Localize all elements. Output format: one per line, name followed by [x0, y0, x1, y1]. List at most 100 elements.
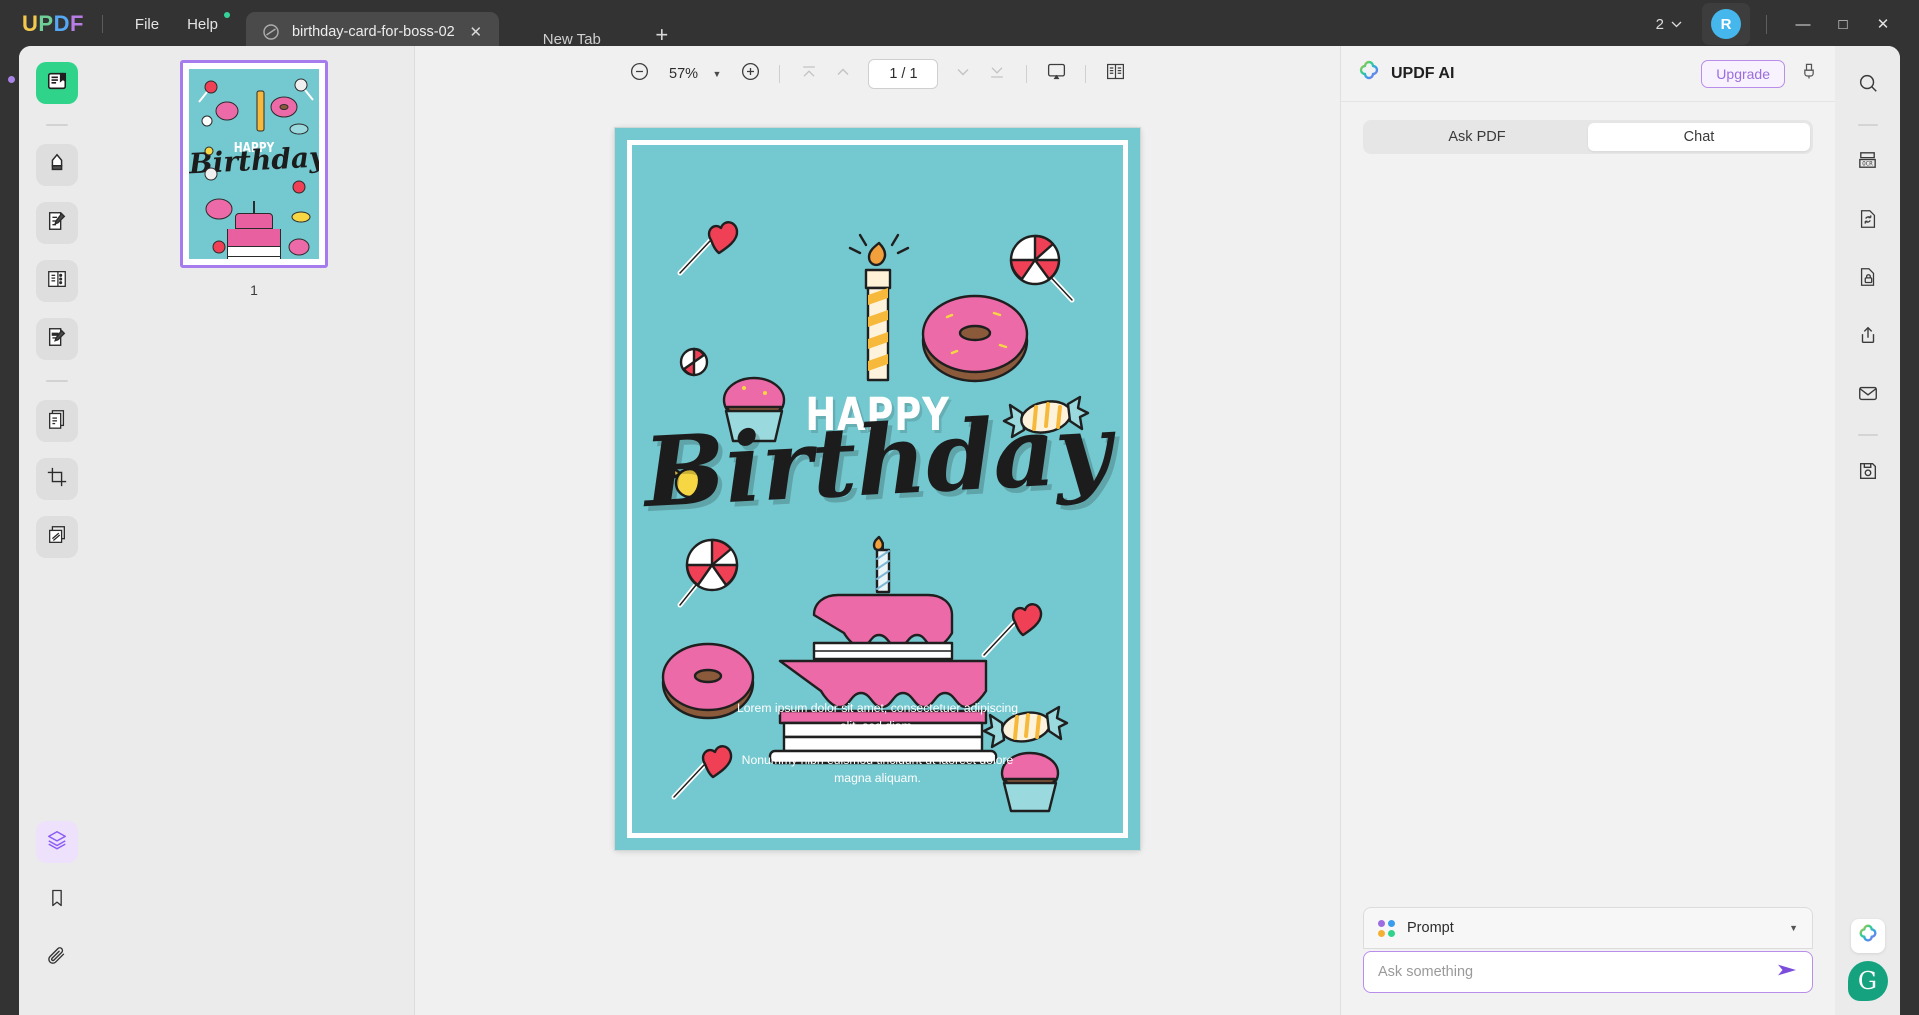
titlebar-separator [1766, 14, 1767, 34]
ai-panel-header: UPDF AI Upgrade [1341, 46, 1835, 102]
bookmark-icon [47, 888, 67, 913]
prompt-type-dropdown[interactable]: Prompt ▼ [1363, 907, 1813, 949]
page-paragraph-2: Nonummy nibh euismod tincidunt ut laoree… [741, 753, 1014, 786]
avatar: R [1711, 9, 1741, 39]
titlebar-divider [101, 15, 103, 33]
send-arrow-icon[interactable] [1776, 961, 1798, 984]
convert-button[interactable] [1847, 200, 1889, 242]
presentation-mode-button[interactable] [1039, 57, 1073, 91]
logo-letter-d: D [53, 11, 70, 36]
sidebar-item-edit-pdf[interactable] [35, 202, 78, 244]
ai-assistant-button[interactable] [1850, 919, 1885, 953]
page-paragraph-1: Lorem ipsum dolor sit amet, consectetuer… [736, 701, 1019, 733]
pdf-page[interactable]: HAPPY Birthday Lorem ipsum dolor sit ame… [614, 127, 1141, 851]
grammarly-button[interactable]: G [1847, 961, 1888, 1001]
zoom-level-value[interactable]: 57% [657, 66, 711, 82]
prompt-dots-icon [1378, 919, 1395, 937]
heart-lollipop-icon-3 [671, 745, 733, 800]
first-page-button[interactable] [792, 57, 826, 91]
user-account-button[interactable]: R [1702, 3, 1750, 45]
page-layout-icon [46, 268, 68, 295]
menu-file[interactable]: File [121, 10, 173, 39]
left-tool-rail [19, 46, 94, 1015]
left-rail-bottom [35, 821, 78, 1015]
svg-text:OCR: OCR [1862, 161, 1873, 167]
paperclip-icon [46, 945, 67, 971]
tab-chat[interactable]: Chat [1588, 123, 1810, 151]
prompt-dropdown-caret: ▼ [1789, 923, 1798, 933]
close-button[interactable]: ✕ [1863, 7, 1903, 41]
save-button[interactable] [1847, 452, 1889, 494]
sidebar-item-reader[interactable] [35, 62, 78, 104]
maximize-button[interactable]: □ [1823, 7, 1863, 41]
heart-lollipop-icon-2 [981, 603, 1043, 658]
dual-page-view-icon [1105, 61, 1126, 87]
tab-count-dropdown[interactable]: 2 [1648, 11, 1690, 38]
menu-help[interactable]: Help [173, 10, 232, 39]
next-page-icon [953, 62, 973, 87]
swirl-lollipop-icon [1009, 234, 1075, 303]
rail-separator-2 [45, 380, 68, 382]
sidebar-item-bookmarks[interactable] [36, 879, 78, 921]
right-rail-separator-1 [1857, 124, 1878, 126]
titlebar-right-controls: 2 R — □ ✕ [1648, 3, 1919, 45]
last-page-button[interactable] [980, 57, 1014, 91]
minus-circle-icon [629, 61, 650, 87]
sidebar-item-layers[interactable] [35, 821, 78, 863]
ocr-icon: OCR [1856, 149, 1879, 177]
ask-something-input[interactable] [1378, 964, 1768, 980]
protect-button[interactable] [1847, 258, 1889, 300]
search-button[interactable] [1847, 64, 1889, 106]
tab-close-icon[interactable]: ✕ [465, 21, 487, 43]
right-rail-separator-2 [1857, 434, 1878, 436]
logo-letter-f: F [69, 11, 84, 36]
updf-application-window: U P D F File Help birthday-card-for-boss… [0, 0, 1919, 1015]
document-copy-icon [46, 408, 68, 435]
edge-indicator-dot [8, 76, 15, 83]
right-rail-bottom: G [1847, 919, 1888, 1015]
share-button[interactable] [1847, 316, 1889, 358]
crop-icon [46, 466, 68, 493]
new-tab-plus-icon[interactable]: + [649, 22, 675, 48]
sidebar-item-form[interactable] [35, 318, 78, 360]
ai-input-wrapper[interactable] [1363, 951, 1813, 993]
presentation-mode-icon [1046, 61, 1067, 87]
upgrade-button[interactable]: Upgrade [1701, 59, 1785, 88]
tab-title: birthday-card-for-boss-02 [291, 24, 455, 40]
zoom-out-button[interactable] [623, 57, 657, 91]
grammarly-g-icon: G [1857, 967, 1878, 995]
sidebar-item-crop[interactable] [35, 458, 78, 500]
sidebar-item-organize-pages[interactable] [35, 260, 78, 302]
sidebar-item-convert[interactable] [35, 400, 78, 442]
page-heading-birthday: Birthday [641, 391, 1114, 530]
previous-page-button[interactable] [826, 57, 860, 91]
share-upload-icon [1857, 324, 1879, 351]
ocr-button[interactable]: OCR [1847, 142, 1889, 184]
app-shell: HAPPY Birthday Lorem ipsum dolor sit ame… [19, 46, 1900, 1015]
page-indicator[interactable]: 1 / 1 [868, 59, 939, 89]
zoom-dropdown-caret[interactable]: ▼ [713, 69, 722, 79]
toolbar-separator-2 [1026, 65, 1028, 83]
logo-letter-u: U [22, 11, 39, 36]
plus-circle-icon [740, 61, 761, 87]
next-page-button[interactable] [946, 57, 980, 91]
toolbar-separator-3 [1085, 65, 1087, 83]
document-pencil-icon [46, 210, 68, 237]
sidebar-item-annotate[interactable] [35, 144, 78, 186]
thumbnail-page-1[interactable]: HAPPY Birthday Lorem ipsum dolor sit ame… [180, 60, 328, 268]
sidebar-item-batch[interactable] [35, 516, 78, 558]
book-reader-icon [46, 70, 68, 97]
sidebar-item-attachments[interactable] [36, 937, 78, 979]
thumbnail-page-label: 1 [250, 282, 258, 298]
clear-chat-button[interactable] [1799, 61, 1819, 86]
form-edit-icon [46, 326, 68, 353]
minimize-button[interactable]: — [1783, 7, 1823, 41]
document-viewer: 57% ▼ 1 / 1 HAPPY Birthday Lorem ipsum d… [415, 46, 1340, 1015]
birthday-candle-icon [848, 233, 910, 382]
page-inner-border: HAPPY Birthday Lorem ipsum dolor sit ame… [627, 140, 1128, 838]
tab-ask-pdf[interactable]: Ask PDF [1366, 123, 1588, 151]
view-mode-button[interactable] [1098, 57, 1132, 91]
email-button[interactable] [1847, 374, 1889, 416]
zoom-in-button[interactable] [733, 57, 767, 91]
thumbnail-panel: HAPPY Birthday Lorem ipsum dolor sit ame… [94, 46, 415, 1015]
